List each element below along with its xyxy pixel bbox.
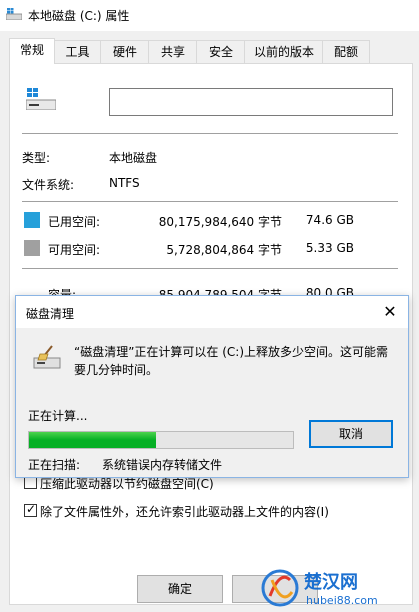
used-space-size: 74.6 GB [305, 213, 354, 227]
drive-icon [6, 8, 22, 20]
tab-strip: 常规 工具 硬件 共享 安全 以前的版本 配额 [0, 38, 419, 64]
dialog-title-bar: 磁盘清理 ✕ [16, 296, 408, 328]
tab-previous-versions[interactable]: 以前的版本 [244, 40, 324, 63]
type-label: 类型: [22, 151, 51, 165]
free-space-bytes: 5,728,804,864 字节 [166, 243, 282, 257]
tab-general[interactable]: 常规 [9, 38, 55, 64]
progress-bar [28, 431, 294, 449]
ok-button[interactable]: 确定 [137, 575, 223, 603]
svg-text:hubei88.com: hubei88.com [306, 594, 378, 607]
used-space-swatch [24, 212, 40, 228]
divider [22, 201, 398, 202]
tab-quota[interactable]: 配额 [322, 40, 370, 63]
drive-icon [26, 88, 56, 110]
checkmark-icon: ✓ [26, 502, 37, 516]
calculating-label: 正在计算... [28, 409, 88, 423]
filesystem-value: NTFS [109, 176, 140, 190]
dialog-message: “磁盘清理”正在计算可以在 (C:)上释放多少空间。这可能需要几分钟时间。 [74, 345, 389, 377]
window-title: 本地磁盘 (C:) 属性 [28, 9, 130, 23]
free-space-size: 5.33 GB [305, 241, 354, 255]
filesystem-label: 文件系统: [22, 178, 75, 192]
site-logo-watermark: 楚汉网 hubei88.com [261, 569, 378, 607]
tab-tools[interactable]: 工具 [53, 40, 102, 63]
dialog-title: 磁盘清理 [26, 307, 75, 321]
used-space-bytes: 80,175,984,640 字节 [158, 215, 282, 229]
free-space-label: 可用空间: [48, 243, 101, 257]
free-space-swatch [24, 240, 40, 256]
tab-sharing[interactable]: 共享 [148, 40, 198, 63]
dialog-cancel-button[interactable]: 取消 [309, 420, 393, 448]
svg-text:楚汉网: 楚汉网 [304, 571, 358, 593]
disk-cleanup-dialog: 磁盘清理 ✕ “磁盘清理”正在计算可以在 (C:)上释放多少空间。这可能需要几分… [15, 295, 409, 478]
tab-security[interactable]: 安全 [196, 40, 246, 63]
divider [22, 268, 398, 269]
disk-cleanup-icon [33, 345, 61, 369]
type-value: 本地磁盘 [109, 151, 158, 165]
progress-bar-fill [29, 432, 156, 448]
volume-name-input[interactable] [109, 88, 393, 116]
used-space-label: 已用空间: [48, 215, 101, 229]
divider [22, 133, 398, 134]
close-icon[interactable]: ✕ [378, 300, 402, 324]
title-bar: 本地磁盘 (C:) 属性 [0, 0, 419, 31]
tab-hardware[interactable]: 硬件 [100, 40, 150, 63]
index-label: 除了文件属性外，还允许索引此驱动器上文件的内容(I) [40, 505, 329, 519]
scanning-label: 正在扫描: [28, 458, 81, 472]
scanning-value: 系统错误内存转储文件 [102, 458, 223, 472]
index-checkbox[interactable]: ✓ [24, 502, 37, 517]
